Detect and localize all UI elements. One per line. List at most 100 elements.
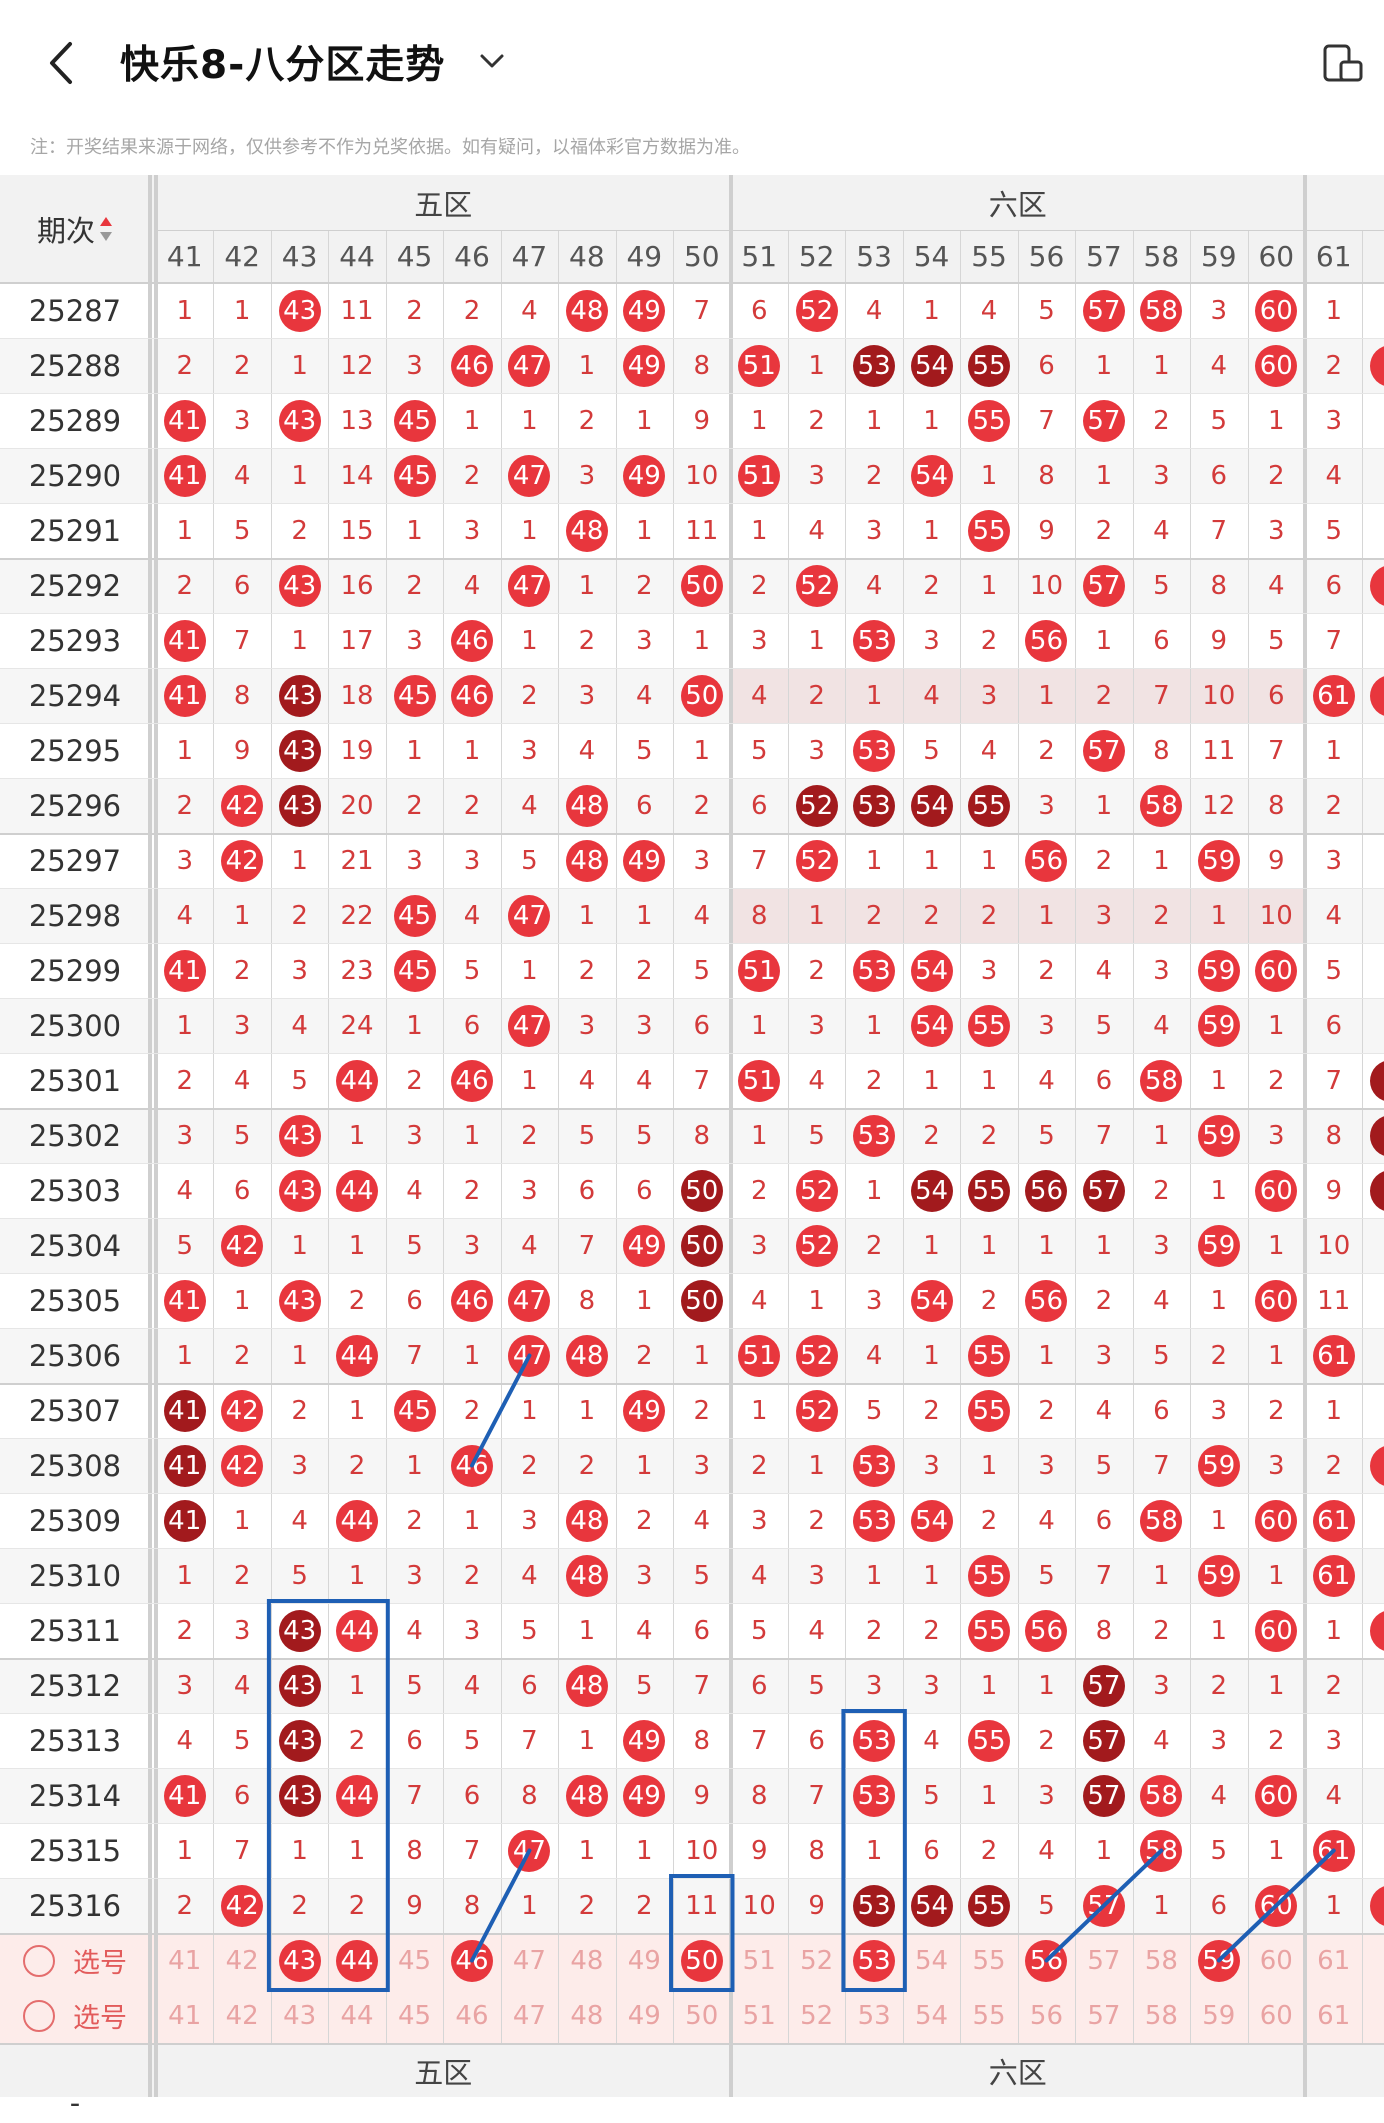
table-cell[interactable]: 2 [1305,338,1362,393]
table-cell[interactable]: 46 [443,613,500,668]
table-cell[interactable]: 4 [1190,338,1247,393]
table-cell[interactable]: 44 [328,1328,385,1383]
table-cell[interactable]: 5 [156,1218,213,1273]
table-cell[interactable]: 3 [1248,503,1305,558]
table-cell[interactable]: 6 [386,1713,443,1768]
table-cell[interactable]: 42 [213,1438,270,1493]
table-cell[interactable]: 2 [845,1603,902,1658]
table-cell[interactable]: 55 [960,1548,1017,1603]
table-cell[interactable]: 49 [616,1768,673,1823]
table-cell[interactable]: 4 [213,448,270,503]
table-cell[interactable]: 47 [501,1328,558,1383]
table-cell[interactable]: 57 [1075,1768,1132,1823]
table-cell[interactable]: 1 [271,833,328,888]
table-cell[interactable]: 1 [271,1823,328,1878]
table-cell[interactable]: 51 [731,448,788,503]
table-cell[interactable]: 49 [616,1383,673,1438]
table-cell[interactable]: 2 [386,283,443,338]
table-cell[interactable]: 2 [903,888,960,943]
table-cell[interactable]: 1 [616,1273,673,1328]
table-cell[interactable]: 8 [673,1108,730,1163]
table-cell[interactable] [1362,998,1384,1053]
table-cell[interactable]: 4 [845,1328,902,1383]
table-cell[interactable]: 44 [328,1053,385,1108]
table-cell[interactable]: 1 [960,558,1017,613]
table-cell[interactable]: 8 [213,668,270,723]
table-cell[interactable]: 51 [731,1328,788,1383]
select-number[interactable]: 59 [1190,1933,1247,1988]
table-cell[interactable]: 2 [443,1163,500,1218]
table-cell[interactable]: 48 [558,1548,615,1603]
select-number[interactable]: 48 [558,1988,615,2043]
select-number[interactable]: 42 [213,1988,270,2043]
table-cell[interactable]: 1 [903,1218,960,1273]
table-cell[interactable]: 1 [1248,998,1305,1053]
table-cell[interactable]: 1 [1018,668,1075,723]
table-cell[interactable]: 2 [845,448,902,503]
table-cell[interactable]: 3 [271,943,328,998]
table-cell[interactable]: 3 [616,998,673,1053]
table-cell[interactable]: 9 [673,1768,730,1823]
table-cell[interactable]: 60 [1248,1493,1305,1548]
table-cell[interactable]: 8 [1075,1603,1132,1658]
table-cell[interactable]: 54 [903,1878,960,1933]
table-cell[interactable] [1362,613,1384,668]
table-cell[interactable]: 2 [1075,1273,1132,1328]
table-cell[interactable]: 2 [558,1438,615,1493]
table-cell[interactable]: 2 [960,613,1017,668]
table-cell[interactable]: 1 [558,888,615,943]
table-cell[interactable]: 1 [1075,613,1132,668]
table-cell[interactable]: 2 [845,1218,902,1273]
table-cell[interactable]: 1 [903,1548,960,1603]
table-cell[interactable]: 23 [328,943,385,998]
table-cell[interactable]: 5 [213,1108,270,1163]
table-cell[interactable]: 3 [845,503,902,558]
table-cell[interactable]: 2 [386,1053,443,1108]
table-cell[interactable]: 2 [213,1328,270,1383]
table-cell[interactable]: 7 [386,1768,443,1823]
table-cell[interactable]: 3 [1133,1218,1190,1273]
table-cell[interactable]: 1 [156,1548,213,1603]
table-cell[interactable]: 5 [501,833,558,888]
select-number[interactable]: 55 [960,1988,1017,2043]
table-cell[interactable] [1362,1603,1384,1658]
table-cell[interactable]: 4 [788,1053,845,1108]
table-cell[interactable]: 5 [731,723,788,778]
select-number[interactable]: 50 [673,1933,730,1988]
table-cell[interactable]: 1 [558,558,615,613]
table-cell[interactable]: 45 [386,888,443,943]
table-cell[interactable]: 2 [1075,503,1132,558]
table-cell[interactable]: 41 [156,1438,213,1493]
table-cell[interactable]: 59 [1190,1548,1247,1603]
table-cell[interactable]: 2 [156,778,213,833]
select-number[interactable]: 6 [1362,1933,1384,1988]
table-cell[interactable]: 53 [845,1493,902,1548]
table-cell[interactable]: 1 [731,393,788,448]
table-cell[interactable] [1362,448,1384,503]
table-cell[interactable]: 18 [328,668,385,723]
table-cell[interactable]: 47 [501,888,558,943]
table-cell[interactable]: 2 [328,1273,385,1328]
table-cell[interactable]: 5 [845,1383,902,1438]
table-cell[interactable] [1362,668,1384,723]
select-number[interactable]: 44 [328,1988,385,2043]
table-cell[interactable]: 1 [731,1108,788,1163]
table-cell[interactable]: 5 [1133,1328,1190,1383]
table-cell[interactable]: 3 [156,833,213,888]
table-cell[interactable] [1362,1328,1384,1383]
table-cell[interactable]: 6 [731,1658,788,1713]
table-cell[interactable]: 1 [1190,1603,1247,1658]
table-cell[interactable]: 2 [1133,393,1190,448]
table-cell[interactable]: 48 [558,283,615,338]
table-cell[interactable]: 4 [731,1548,788,1603]
table-cell[interactable]: 1 [213,283,270,338]
table-cell[interactable]: 1 [213,1273,270,1328]
table-cell[interactable]: 4 [903,668,960,723]
table-cell[interactable]: 2 [731,1438,788,1493]
table-cell[interactable]: 1 [845,1163,902,1218]
table-cell[interactable]: 4 [1133,998,1190,1053]
table-cell[interactable]: 43 [271,1108,328,1163]
table-cell[interactable]: 2 [558,393,615,448]
table-cell[interactable]: 47 [501,1273,558,1328]
table-cell[interactable]: 2 [788,1493,845,1548]
